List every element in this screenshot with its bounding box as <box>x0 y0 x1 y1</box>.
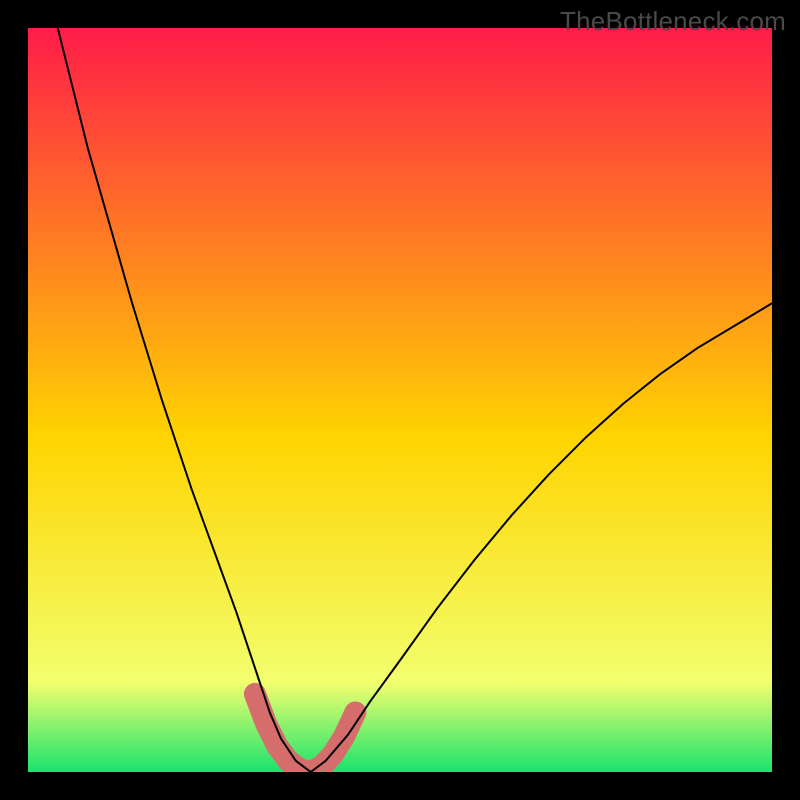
plot-area <box>28 28 772 772</box>
watermark-text: TheBottleneck.com <box>560 6 786 37</box>
chart-frame: TheBottleneck.com <box>0 0 800 800</box>
plot-svg <box>28 28 772 772</box>
